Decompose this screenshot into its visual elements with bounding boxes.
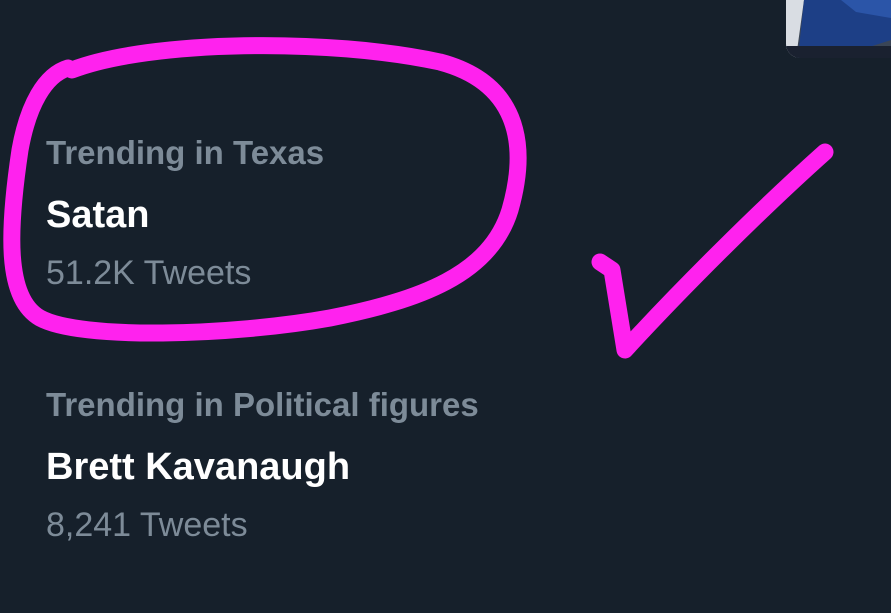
hand-drawn-checkmark: [591, 143, 834, 359]
trend-title: Brett Kavanaugh: [46, 446, 351, 488]
trend-title: Satan: [46, 194, 150, 236]
trend-tweet-count: 8,241 Tweets: [46, 506, 248, 544]
trend-tweet-count: 51.2K Tweets: [46, 254, 252, 292]
trend-context: Trending in Texas: [46, 134, 325, 171]
trend-item[interactable]: Trending in Political figures Brett Kava…: [46, 385, 479, 545]
trend-context: Trending in Political figures: [46, 386, 479, 423]
trend-item[interactable]: Trending in Texas Satan 51.2K Tweets: [46, 133, 324, 293]
thumbnail-image: [786, 0, 891, 58]
media-thumbnail[interactable]: [786, 0, 891, 58]
